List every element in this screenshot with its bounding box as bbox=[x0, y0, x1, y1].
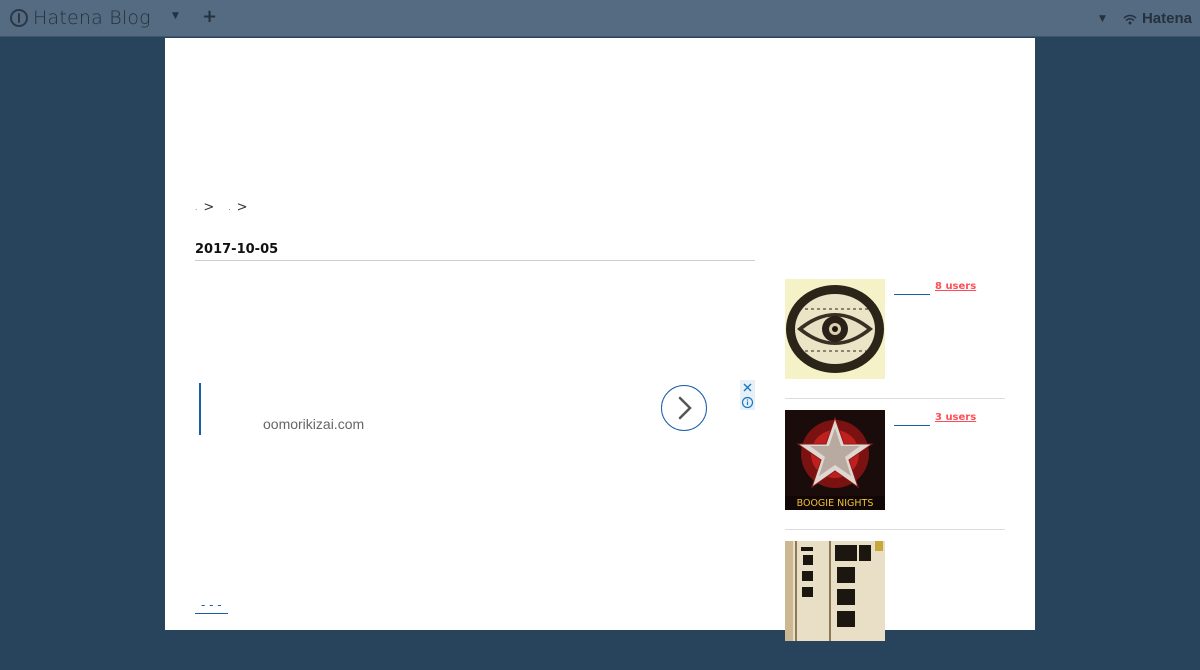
boogie-nights-poster-image: BOOGIE NIGHTS bbox=[785, 410, 885, 510]
hatena-wifi-icon bbox=[1123, 14, 1137, 24]
ad-close-button[interactable] bbox=[740, 380, 755, 395]
add-plus-button[interactable]: + bbox=[202, 6, 217, 28]
brand-title: Hatena Blog bbox=[33, 7, 151, 29]
related-entry[interactable]: 8 users bbox=[785, 278, 1005, 399]
hatena-brand: Hatena bbox=[1141, 10, 1192, 27]
ad-accent-bar bbox=[199, 383, 201, 435]
article-date[interactable]: 2017-10-05 bbox=[195, 242, 755, 261]
entry-title-link[interactable] bbox=[894, 424, 930, 426]
bookmark-users-badge[interactable]: 3 users bbox=[935, 412, 976, 423]
user-menu[interactable]: ▼ Hatena bbox=[1099, 10, 1192, 27]
entry-thumbnail-book[interactable] bbox=[785, 541, 885, 641]
blog-page: ․ > ․ > 2017-10-05 oomorikizai.com - - - bbox=[165, 38, 1035, 641]
entry-title-link[interactable] bbox=[894, 293, 930, 295]
hatena-blog-logo[interactable]: Hatena Blog bbox=[10, 6, 151, 30]
book-cover-image bbox=[785, 541, 885, 641]
top-navigation-bar: Hatena Blog ▼ + ▼ Hatena bbox=[0, 0, 1200, 37]
ad-arrow-button[interactable] bbox=[661, 385, 707, 431]
breadcrumb-item-2[interactable]: ․ bbox=[228, 204, 230, 212]
related-entry[interactable]: BOOGIE NIGHTS 3 users bbox=[785, 409, 1005, 530]
footer-link[interactable]: - - - bbox=[195, 598, 228, 614]
poster-title: BOOGIE NIGHTS bbox=[797, 498, 874, 509]
ad-banner[interactable]: oomorikizai.com bbox=[195, 378, 755, 438]
hatena-logo-icon bbox=[10, 9, 28, 27]
close-icon bbox=[743, 383, 752, 392]
related-entry[interactable] bbox=[785, 540, 1005, 660]
entry-thumbnail-boogie-nights[interactable]: BOOGIE NIGHTS bbox=[785, 410, 885, 510]
bookmark-users-badge[interactable]: 8 users bbox=[935, 281, 976, 292]
eye-emblem-image bbox=[785, 279, 885, 379]
breadcrumb-separator: > bbox=[203, 200, 215, 215]
ad-info-button[interactable] bbox=[740, 395, 755, 410]
breadcrumb-separator: > bbox=[236, 200, 248, 215]
info-icon bbox=[741, 396, 754, 409]
ad-domain-text[interactable]: oomorikizai.com bbox=[263, 416, 364, 432]
breadcrumb: ․ > ․ > bbox=[195, 200, 248, 215]
chevron-right-icon bbox=[678, 396, 692, 419]
breadcrumb-item-1[interactable]: ․ bbox=[195, 204, 197, 212]
user-dropdown-icon[interactable]: ▼ bbox=[1099, 14, 1106, 24]
blog-menu-dropdown-icon[interactable]: ▼ bbox=[172, 11, 179, 21]
entry-thumbnail-eye[interactable] bbox=[785, 279, 885, 379]
related-entries-sidebar: 8 users BOOGIE NIGHTS 3 users bbox=[785, 278, 1005, 670]
